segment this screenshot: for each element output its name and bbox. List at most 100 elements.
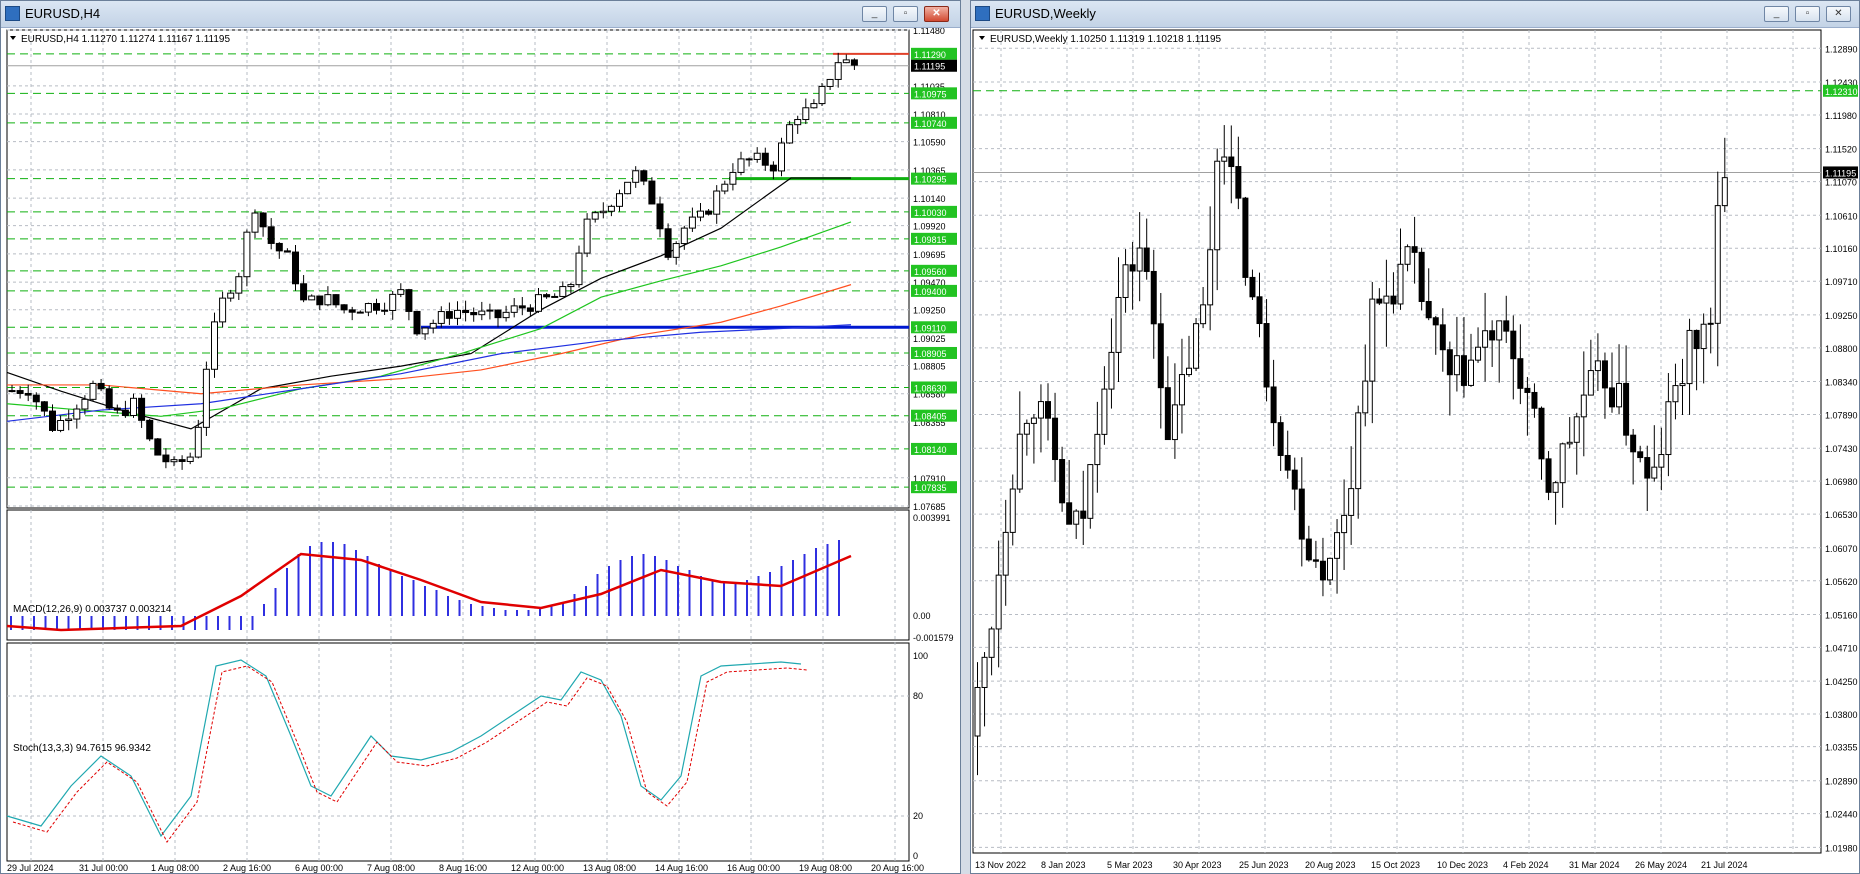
candle-body — [1178, 374, 1185, 406]
candle-body — [575, 252, 583, 286]
price-axis-label: 1.03800 — [1825, 710, 1858, 720]
candle-body — [697, 210, 704, 218]
candle-body — [105, 388, 113, 409]
candle-body — [842, 59, 850, 64]
candle-body — [737, 158, 745, 173]
price-axis-label: 1.02440 — [1825, 810, 1858, 820]
window-titlebar[interactable]: EURUSD,Weekly _ ▫ ✕ — [971, 1, 1859, 28]
candle-body — [381, 309, 389, 312]
window-title: EURUSD,H4 — [25, 6, 101, 21]
candle-body — [478, 310, 486, 316]
candle-body — [1609, 387, 1615, 408]
stoch-axis-label: 100 — [913, 651, 928, 661]
candle-body — [1235, 166, 1242, 199]
candle-body — [454, 309, 461, 319]
candle-body — [356, 311, 364, 314]
macd-axis-label: -0.001579 — [913, 633, 954, 643]
chart-window-icon — [5, 6, 20, 21]
candle-body — [826, 78, 834, 87]
price-axis-label: 1.08805 — [913, 362, 946, 372]
candle-body — [1270, 386, 1277, 424]
minimize-button[interactable]: _ — [1764, 6, 1789, 22]
time-axis-label: 13 Aug 08:00 — [583, 863, 636, 873]
price-axis-label: 1.06530 — [1825, 510, 1858, 520]
candle-body — [211, 321, 218, 370]
candle-body — [1390, 295, 1397, 305]
candle-body — [1016, 433, 1023, 490]
chart-menu-arrow-icon[interactable] — [10, 36, 16, 40]
candle-body — [559, 286, 567, 297]
candle-body — [373, 303, 380, 311]
h4-chart-area[interactable]: 1.114801.110351.108101.105901.103651.101… — [1, 28, 960, 874]
candle-body — [1665, 401, 1672, 456]
price-axis-label: 1.11070 — [1825, 178, 1857, 188]
candle-body — [251, 212, 259, 233]
candle-body — [462, 309, 470, 314]
macd-pane-border — [6, 509, 910, 641]
candle-body — [607, 205, 615, 212]
candle-body — [616, 193, 623, 207]
chart-menu-arrow-icon[interactable] — [979, 36, 985, 40]
candle-body — [146, 419, 154, 440]
restore-button[interactable]: ▫ — [1795, 6, 1820, 22]
restore-button[interactable]: ▫ — [893, 6, 918, 22]
time-axis-label: 8 Jan 2023 — [1041, 860, 1086, 870]
candle-body — [502, 311, 510, 319]
candle-body — [1355, 412, 1362, 490]
stoch-header: Stoch(13,3,3) 94.7615 96.9342 — [13, 743, 151, 754]
candle-body — [81, 398, 89, 410]
candle-body — [1411, 246, 1418, 253]
price-axis-label: 1.11980 — [1825, 111, 1857, 121]
time-axis-label: 14 Aug 16:00 — [655, 863, 708, 873]
current-price-label: 1.11195 — [1825, 168, 1856, 178]
candle-body — [761, 152, 769, 166]
close-button[interactable]: ✕ — [924, 6, 949, 22]
candle-body — [1298, 488, 1305, 540]
candle-body — [1658, 454, 1665, 468]
candle-body — [1319, 560, 1326, 581]
candle-body — [510, 305, 518, 313]
grid — [6, 29, 910, 862]
time-axis-label: 15 Oct 2023 — [1371, 860, 1420, 870]
level-badge-label: 1.08405 — [914, 412, 947, 422]
candle-body — [1263, 323, 1270, 388]
candle-body — [1150, 270, 1157, 325]
close-button[interactable]: ✕ — [1826, 6, 1851, 22]
candle-body — [583, 218, 591, 254]
candle-body — [194, 426, 202, 458]
candle-body — [1171, 404, 1178, 441]
candle-body — [324, 294, 332, 306]
candle-body — [721, 183, 729, 192]
chart-window-eurusd-weekly[interactable]: EURUSD,Weekly _ ▫ ✕ 1.12890 1.12430 1.1198… — [970, 0, 1860, 874]
candle-body — [275, 242, 283, 252]
candle-body — [138, 397, 146, 421]
candle-body — [178, 459, 186, 462]
window-titlebar[interactable]: EURUSD,H4 _ ▫ ✕ — [1, 1, 960, 28]
window-title: EURUSD,Weekly — [995, 6, 1096, 21]
minimize-button[interactable]: _ — [862, 6, 887, 22]
candle-body — [292, 251, 299, 285]
chart-window-eurusd-h4[interactable]: EURUSD,H4 _ ▫ ✕ 1.11480 1.11035 1.10810 1.1… — [0, 0, 961, 874]
level-badge-label: 1.10975 — [914, 89, 947, 99]
time-axis-label: 25 Jun 2023 — [1239, 860, 1289, 870]
time-axis-label: 21 Jul 2024 — [1701, 860, 1748, 870]
candle-body — [89, 382, 97, 400]
candle-body — [1601, 360, 1608, 389]
candle-body — [1630, 434, 1637, 453]
candle-body — [235, 276, 243, 294]
candle-body — [1707, 322, 1714, 325]
candle-body — [49, 410, 56, 431]
candle-body — [348, 309, 356, 313]
candle-body — [445, 311, 453, 319]
candle-body — [1623, 382, 1630, 436]
weekly-chart-area[interactable]: 1.128901.124301.119801.115201.110701.106… — [971, 28, 1859, 874]
price-axis-label: 1.03355 — [1825, 743, 1858, 753]
candle-body — [486, 309, 494, 312]
candle-body — [1080, 510, 1087, 519]
candle-body — [405, 289, 413, 312]
candle-body — [57, 420, 65, 431]
candle-body — [729, 171, 737, 185]
time-axis-label: 16 Aug 00:00 — [727, 863, 780, 873]
candle-body — [1221, 156, 1228, 162]
price-axis-label: 1.09710 — [1825, 277, 1858, 287]
